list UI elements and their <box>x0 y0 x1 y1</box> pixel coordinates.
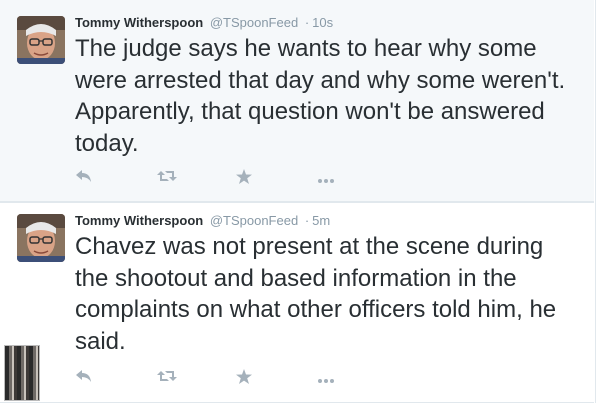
tweet[interactable]: Tommy Witherspoon @TSpoonFeed · 5m Chavez… <box>0 202 594 403</box>
retweet-icon[interactable] <box>157 369 177 389</box>
tweet-header: Tommy Witherspoon @TSpoonFeed · 10s <box>75 15 333 30</box>
avatar[interactable] <box>17 214 65 262</box>
tweet-text: The judge says he wants to hear why some… <box>75 35 566 157</box>
username[interactable]: @TSpoonFeed <box>210 15 298 30</box>
avatar[interactable] <box>17 16 65 64</box>
tweet-header: Tommy Witherspoon @TSpoonFeed · 5m <box>75 213 330 228</box>
timestamp[interactable]: 5m <box>312 213 330 228</box>
reply-icon[interactable] <box>75 369 93 389</box>
thumbnail-image[interactable] <box>4 345 40 401</box>
username[interactable]: @TSpoonFeed <box>210 213 298 228</box>
separator: · <box>304 213 310 228</box>
reply-icon[interactable] <box>75 169 93 189</box>
more-icon[interactable] <box>317 369 335 389</box>
avatar-photo <box>17 16 65 64</box>
retweet-icon[interactable] <box>157 169 177 189</box>
favorite-icon[interactable] <box>236 369 252 390</box>
favorite-icon[interactable] <box>236 169 252 190</box>
more-icon[interactable] <box>317 169 335 189</box>
timestamp[interactable]: 10s <box>312 15 333 30</box>
tweet-text: Chavez was not present at the scene duri… <box>75 233 557 355</box>
avatar-photo <box>17 214 65 262</box>
separator: · <box>304 15 310 30</box>
tweet[interactable]: Tommy Witherspoon @TSpoonFeed · 10s The j… <box>0 0 594 202</box>
fullname[interactable]: Tommy Witherspoon <box>75 213 203 228</box>
fullname[interactable]: Tommy Witherspoon <box>75 15 203 30</box>
